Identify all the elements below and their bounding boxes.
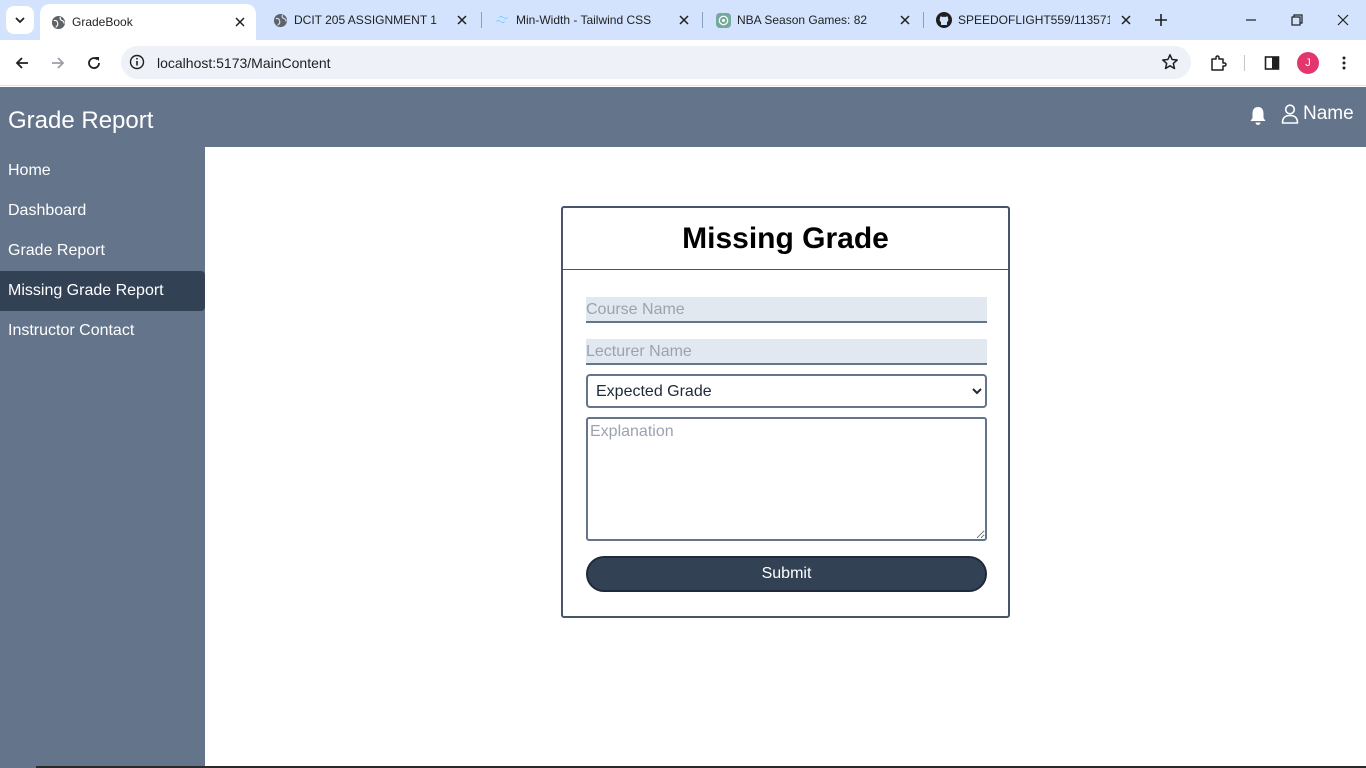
close-icon [1337,14,1349,26]
browser-tab-github[interactable]: SPEEDOFLIGHT559/1135717 [926,0,1142,40]
reload-icon [88,57,100,69]
more-vert-icon [1342,56,1346,70]
restore-button[interactable] [1274,0,1320,40]
url-text[interactable]: localhost:5173/MainContent [157,55,331,71]
sidebar-item-missing-grade-report[interactable]: Missing Grade Report [0,271,205,311]
tab-separator [481,12,482,28]
sidebar-item-grade-report[interactable]: Grade Report [0,231,205,271]
browser-tab-nba[interactable]: NBA Season Games: 82 [705,0,921,40]
explanation-textarea[interactable] [586,417,987,541]
tab-title: DCIT 205 ASSIGNMENT 1 [294,13,437,27]
extensions-button[interactable] [1204,49,1232,77]
close-icon[interactable] [454,12,470,28]
tab-separator [923,12,924,28]
globe-icon [272,12,288,28]
bookmark-star-icon[interactable] [1161,53,1179,71]
arrow-left-icon [15,57,28,69]
sidebar-item-dashboard[interactable]: Dashboard [0,191,205,231]
bell-icon [1250,107,1266,125]
tab-title: Min-Width - Tailwind CSS [516,13,652,27]
profile-avatar[interactable]: J [1297,52,1319,74]
browser-toolbar: localhost:5173/MainContent J [0,40,1366,86]
tab-title: GradeBook [72,15,133,29]
browser-menu-button[interactable] [1330,49,1358,77]
puzzle-icon [1211,55,1227,71]
browser-tab-tailwind[interactable]: Min-Width - Tailwind CSS [484,0,700,40]
forward-button[interactable] [44,49,72,77]
browser-tab-dcit[interactable]: DCIT 205 ASSIGNMENT 1 [262,0,478,40]
lecturer-name-input[interactable] [586,339,987,365]
minimize-button[interactable] [1228,0,1274,40]
reload-button[interactable] [80,49,108,77]
user-menu[interactable]: Name [1281,103,1354,125]
info-icon[interactable] [129,54,145,70]
back-button[interactable] [8,49,36,77]
chevron-down-icon [15,17,25,24]
app-header: Grade Report Name [0,87,1366,147]
tailwind-icon [494,12,510,28]
user-name-label: Name [1303,103,1354,124]
notification-button[interactable] [1248,105,1268,127]
form-title: Missing Grade [682,221,889,255]
app-title: Grade Report [8,107,154,134]
toolbar-separator [1244,55,1245,71]
globe-icon [50,14,66,30]
close-icon[interactable] [232,14,248,30]
sidebar-item-home[interactable]: Home [0,151,205,191]
course-name-input[interactable] [586,297,987,323]
tab-separator [702,12,703,28]
tab-title: SPEEDOFLIGHT559/1135717 [958,13,1110,27]
new-tab-button[interactable] [1150,9,1172,31]
tab-search-button[interactable] [6,6,34,34]
window-close-button[interactable] [1320,0,1366,40]
close-icon[interactable] [897,12,913,28]
browser-tabstrip: GradeBook DCIT 205 ASSIGNMENT 1 Min-Widt… [0,0,1366,40]
minimize-icon [1246,19,1256,21]
address-bar[interactable]: localhost:5173/MainContent [121,46,1191,79]
form-header: Missing Grade [563,208,1008,270]
close-icon[interactable] [1118,12,1134,28]
submit-button[interactable]: Submit [586,556,987,592]
missing-grade-form: Missing Grade Expected Grade Submit [561,206,1010,618]
chatgpt-icon [715,12,731,28]
expected-grade-select[interactable]: Expected Grade [586,374,987,408]
main-content: Missing Grade Expected Grade Submit [205,147,1366,768]
user-icon [1281,104,1299,124]
close-icon[interactable] [676,12,692,28]
sidebar-item-instructor-contact[interactable]: Instructor Contact [0,311,205,351]
plus-icon [1155,14,1167,26]
arrow-right-icon [52,57,65,69]
side-panel-icon [1264,56,1280,70]
github-icon [936,12,952,28]
sidebar: Home Dashboard Grade Report Missing Grad… [0,147,205,768]
restore-icon [1291,14,1303,26]
browser-tab-gradebook[interactable]: GradeBook [40,4,256,40]
tab-title: NBA Season Games: 82 [737,13,868,27]
side-panel-button[interactable] [1258,49,1286,77]
